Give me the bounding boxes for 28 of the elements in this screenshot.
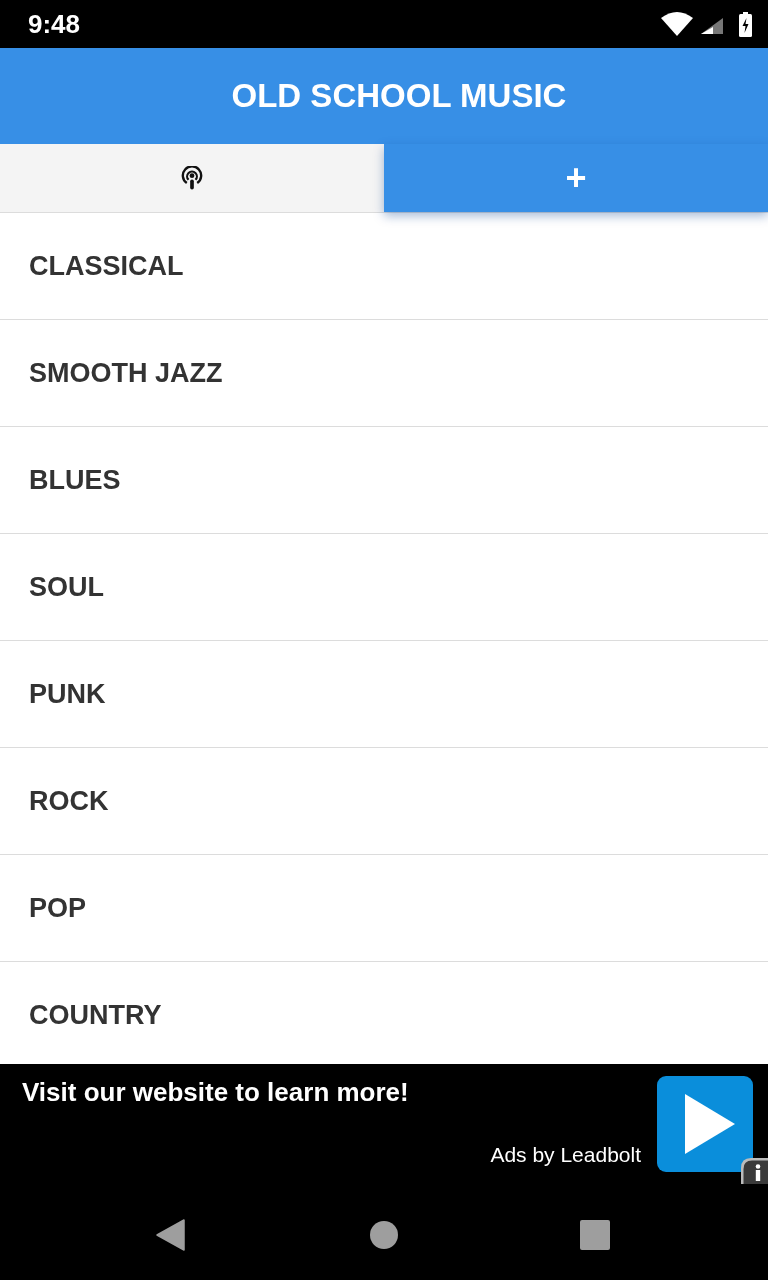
status-time: 9:48	[28, 9, 81, 39]
genre-label: ROCK	[29, 785, 109, 817]
genre-list-item[interactable]: CLASSICAL	[0, 213, 768, 320]
genre-label: PUNK	[29, 678, 106, 710]
home-icon[interactable]	[370, 1221, 398, 1249]
ad-attribution: Ads by Leadbolt	[490, 1142, 641, 1168]
ad-headline: Visit our website to learn more!	[22, 1076, 409, 1108]
genre-label: BLUES	[29, 464, 121, 496]
genre-list-item[interactable]: ROCK	[0, 748, 768, 855]
play-icon[interactable]	[657, 1076, 753, 1172]
genre-label: SOUL	[29, 571, 104, 603]
signal-icon	[701, 18, 723, 34]
wifi-icon	[661, 12, 693, 36]
genre-label: SMOOTH JAZZ	[29, 357, 223, 389]
genre-label: CLASSICAL	[29, 250, 184, 282]
battery-icon	[739, 11, 752, 37]
genre-list-item[interactable]: SOUL	[0, 534, 768, 641]
genre-list-item[interactable]: BLUES	[0, 427, 768, 534]
app-title: OLD SCHOOL MUSIC	[230, 76, 567, 116]
genre-list-item[interactable]: PUNK	[0, 641, 768, 748]
genre-list-item[interactable]: POP	[0, 855, 768, 962]
genre-label: POP	[29, 892, 87, 924]
genre-label: COUNTRY	[29, 999, 162, 1031]
back-icon[interactable]	[156, 1219, 185, 1251]
genre-list-item[interactable]: SMOOTH JAZZ	[0, 320, 768, 427]
ad-banner[interactable]: Visit our website to learn more! Ads by Leadbolt	[0, 1064, 768, 1192]
podcast-icon	[181, 166, 203, 190]
info-icon[interactable]	[741, 1158, 768, 1184]
